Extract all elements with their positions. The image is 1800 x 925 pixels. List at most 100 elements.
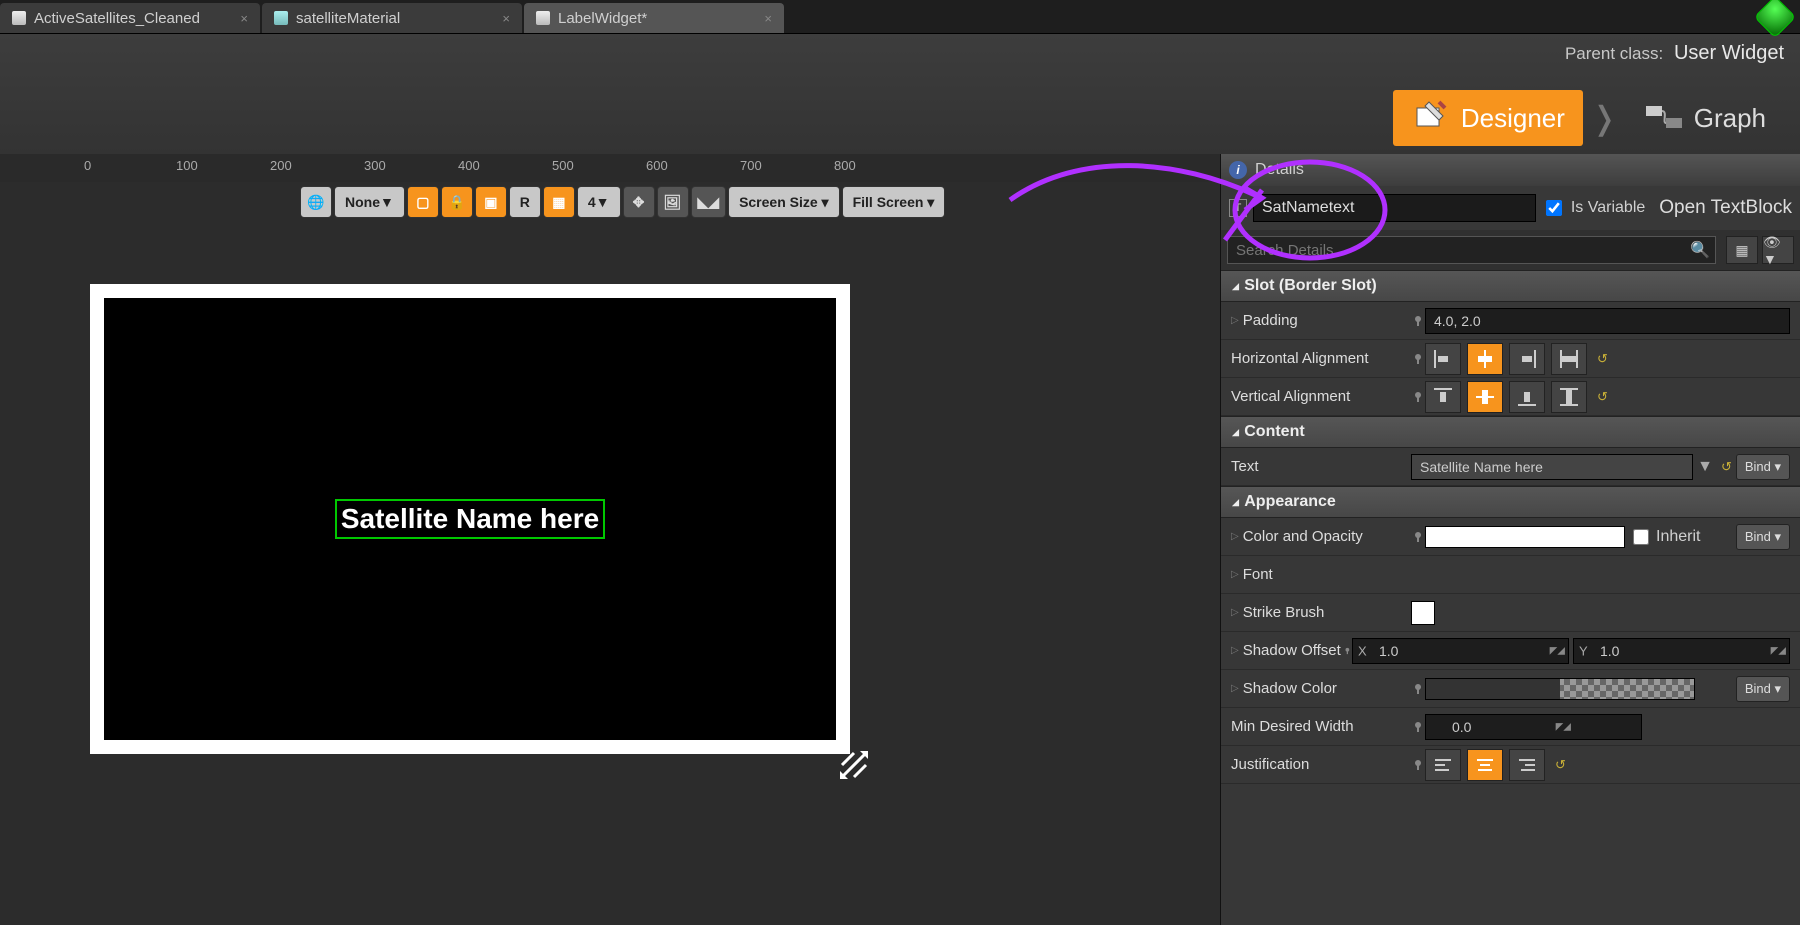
revert-icon[interactable]: ↺ (1597, 351, 1608, 367)
resolution-tool[interactable]: ✥ (623, 186, 655, 218)
revert-icon[interactable]: ↺ (1597, 389, 1608, 405)
move-icon: ✥ (633, 194, 645, 211)
widget-canvas[interactable]: Satellite Name here (90, 284, 850, 754)
details-tab-header[interactable]: i Details (1221, 154, 1800, 186)
resize-handle-icon[interactable] (838, 749, 870, 781)
close-icon[interactable]: × (502, 11, 510, 26)
search-details-input[interactable] (1227, 236, 1716, 264)
valign-fill-button[interactable] (1551, 381, 1587, 413)
grid-size-stepper[interactable]: 4 ▼ (577, 186, 621, 218)
row-horizontal-alignment: Horizontal Alignment ↺ (1221, 340, 1800, 378)
open-parent-class-link[interactable]: Open TextBlock (1659, 197, 1792, 219)
brush-swatch[interactable] (1411, 601, 1435, 625)
pin-icon[interactable] (1411, 352, 1425, 366)
is-variable-checkbox[interactable]: Is Variable (1542, 197, 1645, 219)
close-icon[interactable]: × (240, 11, 248, 26)
respect-locks-toggle[interactable]: R (509, 186, 541, 218)
valign-bottom-button[interactable] (1509, 381, 1545, 413)
flip-icon: ◣◢ (698, 194, 720, 211)
dropdown-icon[interactable]: ▼ (1697, 458, 1713, 476)
revert-icon[interactable]: ↺ (1555, 757, 1566, 773)
expand-icon[interactable]: ▷ (1231, 315, 1239, 326)
tab-label-widget[interactable]: LabelWidget* × (524, 3, 784, 33)
chevron-right-icon: ❭ (1591, 99, 1618, 137)
halign-left-button[interactable] (1425, 343, 1461, 375)
tab-active-satellites[interactable]: ActiveSatellites_Cleaned × (0, 3, 260, 33)
category-slot[interactable]: Slot (Border Slot) (1221, 270, 1800, 302)
localization-button[interactable]: 🌐 (300, 186, 332, 218)
pin-icon[interactable] (1411, 720, 1425, 734)
category-content[interactable]: Content (1221, 416, 1800, 448)
inherit-checkbox[interactable] (1633, 529, 1649, 545)
visibility-filter-button[interactable]: 👁▼ (1762, 236, 1794, 264)
expand-icon[interactable]: ▷ (1231, 645, 1239, 656)
pin-icon[interactable] (1411, 390, 1425, 404)
lock-toggle[interactable]: 🔒 (441, 186, 473, 218)
is-variable-input[interactable] (1546, 200, 1562, 216)
text-block-selected[interactable]: Satellite Name here (335, 499, 605, 539)
halign-center-button[interactable] (1467, 343, 1503, 375)
category-appearance[interactable]: Appearance (1221, 486, 1800, 518)
tab-satellite-material[interactable]: satelliteMaterial × (262, 3, 522, 33)
justify-left-button[interactable] (1425, 749, 1461, 781)
pin-icon[interactable] (1411, 758, 1425, 772)
color-swatch[interactable] (1425, 526, 1625, 548)
lock-icon: 🔒 (448, 194, 465, 211)
justify-right-button[interactable] (1509, 749, 1545, 781)
property-matrix-button[interactable]: ▦ (1726, 236, 1758, 264)
pin-icon[interactable] (1411, 314, 1425, 328)
halign-fill-button[interactable] (1551, 343, 1587, 375)
valign-top-button[interactable] (1425, 381, 1461, 413)
drag-icon[interactable]: ◤◢ (1771, 645, 1786, 656)
screen-size-dropdown[interactable]: Screen Size ▾ (728, 186, 840, 218)
outline-toggle[interactable]: ▢ (407, 186, 439, 218)
widget-name-input[interactable] (1253, 194, 1536, 222)
flip-tool[interactable]: ◣◢ (691, 186, 727, 218)
grid-icon: ▦ (1735, 242, 1748, 259)
designer-mode-button[interactable]: Designer (1393, 90, 1583, 146)
expand-icon[interactable]: ▷ (1231, 569, 1239, 580)
image-tool[interactable]: 🖼 (657, 186, 689, 218)
bind-dropdown[interactable]: Bind ▾ (1736, 676, 1790, 702)
viewport-toolbar: 🌐 None ▼ ▢ 🔒 ▣ R ▦ 4 ▼ ✥ 🖼 ◣◢ Screen Siz… (300, 186, 947, 218)
border-widget[interactable]: Satellite Name here (104, 298, 836, 740)
datatable-icon (12, 11, 26, 25)
details-scroll[interactable]: Slot (Border Slot) ▷Padding Horizontal A… (1221, 270, 1800, 925)
grid-snap-toggle[interactable]: ▦ (543, 186, 575, 218)
widget-bp-icon (536, 11, 550, 25)
fill-screen-dropdown[interactable]: Fill Screen ▾ (842, 186, 946, 218)
drag-icon[interactable]: ◤◢ (1556, 721, 1571, 732)
min-width-input[interactable] (1425, 714, 1642, 740)
graph-mode-button[interactable]: Graph (1626, 90, 1784, 146)
bind-dropdown[interactable]: Bind ▾ (1736, 454, 1790, 480)
close-icon[interactable]: × (764, 11, 772, 26)
halign-right-button[interactable] (1509, 343, 1545, 375)
padding-input[interactable] (1425, 308, 1790, 334)
expand-icon[interactable]: ▷ (1231, 683, 1239, 694)
designer-viewport[interactable]: 0 100 200 300 400 500 600 700 800 🌐 None… (0, 154, 1220, 925)
main-split: 0 100 200 300 400 500 600 700 800 🌐 None… (0, 154, 1800, 925)
bind-dropdown[interactable]: Bind ▾ (1736, 524, 1790, 550)
text-value-input[interactable] (1411, 454, 1693, 480)
row-vertical-alignment: Vertical Alignment ↺ (1221, 378, 1800, 416)
expand-icon[interactable]: ▷ (1231, 607, 1239, 618)
pin-icon[interactable] (1411, 530, 1425, 544)
revert-icon[interactable]: ↺ (1721, 459, 1732, 475)
valign-center-button[interactable] (1467, 381, 1503, 413)
preview-mode-dropdown[interactable]: None ▼ (334, 186, 405, 218)
pin-icon[interactable] (1411, 682, 1425, 696)
parent-class-link[interactable]: User Widget (1674, 42, 1784, 64)
pin-icon[interactable] (1343, 644, 1352, 658)
shadow-offset-y-input[interactable] (1573, 638, 1790, 664)
drag-icon[interactable]: ◤◢ (1550, 645, 1565, 656)
shadow-color-swatch[interactable] (1425, 678, 1695, 700)
details-panel: i Details T Is Variable Open TextBlock 🔍… (1220, 154, 1800, 925)
shadow-offset-x-input[interactable] (1352, 638, 1569, 664)
justify-center-button[interactable] (1467, 749, 1503, 781)
designer-icon (1411, 98, 1451, 138)
expand-icon[interactable]: ▷ (1231, 531, 1239, 542)
horizontal-ruler: 0 100 200 300 400 500 600 700 800 (0, 154, 1220, 182)
grid-icon: ▦ (552, 194, 565, 211)
layout-toggle[interactable]: ▣ (475, 186, 507, 218)
search-icon[interactable]: 🔍 (1690, 240, 1710, 260)
